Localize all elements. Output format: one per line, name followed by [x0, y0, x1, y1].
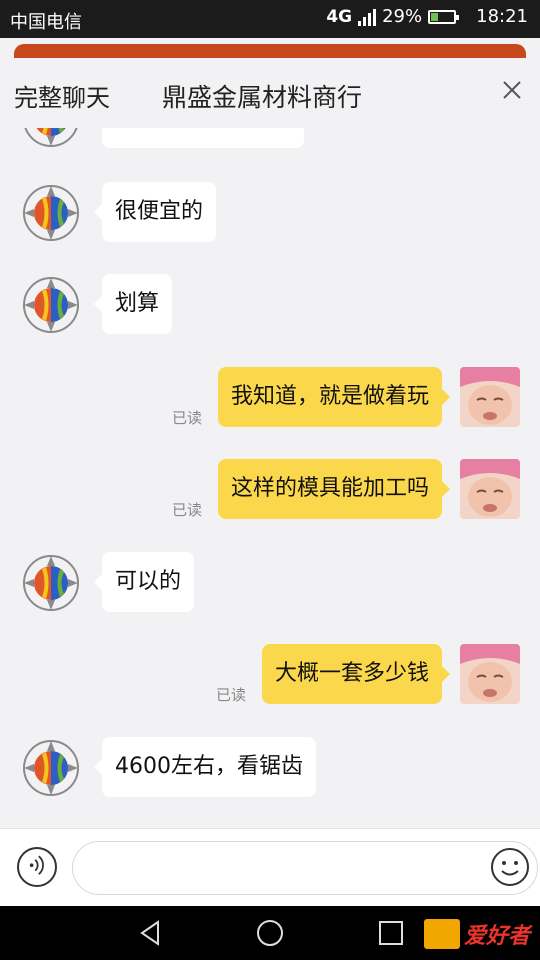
- carrier-label: 中国电信: [10, 12, 82, 33]
- message-row: 划算: [0, 274, 540, 336]
- message-row: 大概一套多少钱 已读: [0, 644, 540, 706]
- read-receipt: 已读: [215, 686, 246, 704]
- voice-icon[interactable]: [17, 847, 57, 887]
- incoming-message-bubble[interactable]: 划算: [93, 274, 173, 334]
- watermark-logo: 爱好者: [423, 916, 530, 952]
- network-label: 4G: [326, 6, 353, 27]
- status-bar: 中国电信 4G 29% 18:21: [0, 0, 540, 38]
- status-right: 4G 29% 18:21: [326, 6, 528, 27]
- navigation-bar: 爱好者: [0, 906, 540, 960]
- outgoing-message-bubble[interactable]: 我知道，就是做着玩: [217, 367, 451, 427]
- user-avatar[interactable]: [460, 459, 520, 519]
- message-list[interactable]: 都条直接实现成的很便宜的划算我知道，就是做着玩已读这样的模具能加工吗已读可以的大…: [0, 58, 540, 828]
- contact-avatar[interactable]: [22, 739, 80, 797]
- message-row: 很便宜的: [0, 182, 540, 244]
- battery-percent: 29%: [382, 6, 423, 27]
- user-avatar[interactable]: [460, 644, 520, 704]
- battery-icon: [428, 9, 460, 24]
- incoming-message-bubble[interactable]: 可以的: [93, 552, 195, 612]
- message-row: 我知道，就是做着玩 已读: [0, 367, 540, 429]
- signal-icon: [358, 8, 377, 26]
- home-icon[interactable]: [255, 918, 285, 948]
- outgoing-message-bubble[interactable]: 这样的模具能加工吗: [217, 459, 451, 519]
- contact-avatar[interactable]: [22, 554, 80, 612]
- message-row: 4600左右，看锯齿: [0, 737, 540, 799]
- contact-avatar[interactable]: [22, 184, 80, 242]
- incoming-message-bubble[interactable]: 4600左右，看锯齿: [94, 737, 316, 797]
- back-icon[interactable]: [136, 918, 166, 948]
- outgoing-message-bubble[interactable]: 大概一套多少钱: [261, 644, 451, 704]
- read-receipt: 已读: [171, 409, 202, 427]
- chat-header: 完整聊天 鼎盛金属材料商行: [0, 58, 540, 128]
- user-avatar[interactable]: [460, 367, 520, 427]
- close-icon[interactable]: [498, 76, 526, 104]
- watermark-badge-icon: [423, 919, 460, 949]
- chat-title: 鼎盛金属材料商行: [162, 83, 363, 112]
- chat-panel: 都条直接实现成的很便宜的划算我知道，就是做着玩已读这样的模具能加工吗已读可以的大…: [0, 58, 540, 906]
- message-row: 可以的: [0, 552, 540, 614]
- incoming-message-bubble[interactable]: 很便宜的: [93, 182, 217, 242]
- read-receipt: 已读: [171, 501, 202, 519]
- full-chat-link[interactable]: 完整聊天: [14, 78, 110, 113]
- clock: 18:21: [476, 6, 528, 27]
- recent-apps-icon[interactable]: [376, 918, 406, 948]
- message-row: 这样的模具能加工吗 已读: [0, 459, 540, 521]
- emoji-icon[interactable]: [490, 847, 530, 887]
- message-input[interactable]: [72, 841, 538, 895]
- watermark-text: 爱好者: [463, 924, 530, 949]
- contact-avatar[interactable]: [22, 276, 80, 334]
- input-bar: [0, 828, 540, 906]
